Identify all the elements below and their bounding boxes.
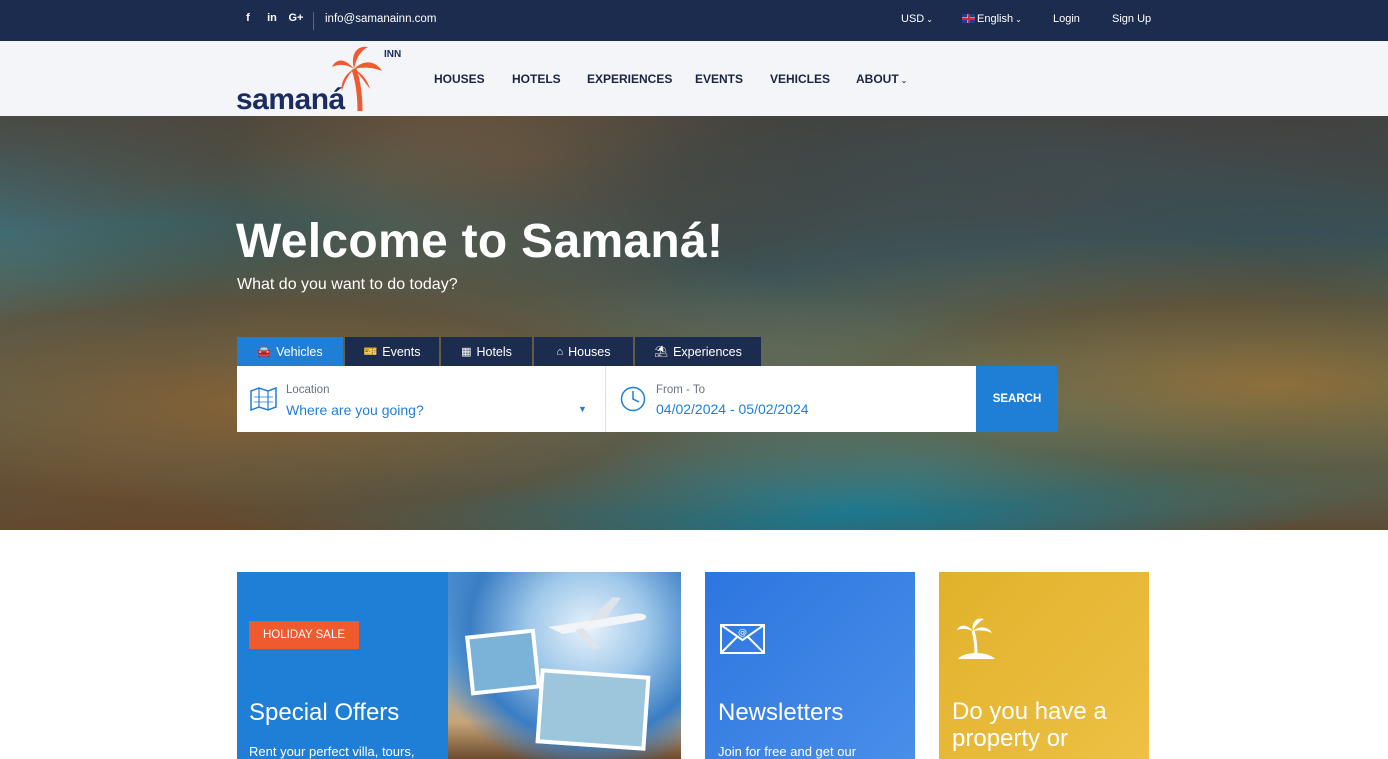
email-envelope-icon: @ bbox=[720, 624, 765, 654]
travel-collage-image bbox=[448, 572, 681, 759]
logo-inn-text: INN bbox=[384, 49, 402, 60]
tab-label: Events bbox=[382, 344, 421, 359]
login-link[interactable]: Login bbox=[1053, 13, 1080, 25]
list-property-card[interactable]: Do you have a property or bbox=[939, 572, 1149, 759]
nav-hotels[interactable]: HOTELS bbox=[512, 72, 561, 86]
location-label: Location bbox=[286, 384, 330, 396]
search-tabs: 🚘 Vehicles 🎫 Events ▦ Hotels ⌂ Houses ⛱ Exper… bbox=[237, 337, 763, 366]
currency-label: USD bbox=[901, 13, 925, 25]
card-text: Join for free and get our bbox=[718, 744, 857, 759]
language-label: English bbox=[977, 13, 1014, 25]
linkedin-icon[interactable]: in bbox=[260, 12, 284, 24]
chevron-down-icon: ⌄ bbox=[1015, 15, 1022, 24]
location-field[interactable]: Location Where are you going? ▼ bbox=[237, 366, 605, 432]
airplane-icon bbox=[548, 597, 647, 649]
card-text: Rent your perfect villa, tours, bbox=[249, 744, 415, 759]
card-title: Do you have a property or bbox=[952, 698, 1107, 752]
nav-about-label: ABOUT bbox=[856, 72, 899, 86]
logo-wordmark: samaná bbox=[236, 83, 345, 116]
signup-link[interactable]: Sign Up bbox=[1112, 13, 1151, 25]
card-title: Newsletters bbox=[718, 699, 844, 726]
building-icon: ▦ bbox=[461, 346, 472, 358]
beach-umbrella-icon: ⛱ bbox=[654, 346, 669, 358]
uk-flag-icon bbox=[962, 14, 975, 23]
tab-vehicles[interactable]: 🚘 Vehicles bbox=[237, 337, 343, 366]
hero-subtitle: What do you want to do today? bbox=[237, 276, 458, 293]
hero-banner bbox=[0, 116, 1388, 530]
newsletter-card[interactable]: @ Newsletters Join for free and get our bbox=[705, 572, 915, 759]
google-plus-icon[interactable]: G+ bbox=[284, 12, 308, 24]
nav-about[interactable]: ABOUT ⌄ bbox=[856, 72, 907, 86]
tab-label: Vehicles bbox=[276, 344, 323, 359]
clock-icon bbox=[620, 386, 646, 412]
tab-houses[interactable]: ⌂ Houses bbox=[534, 337, 633, 366]
car-icon: 🚘 bbox=[257, 346, 272, 358]
search-form: Location Where are you going? ▼ From - T… bbox=[237, 366, 1058, 432]
tab-hotels[interactable]: ▦ Hotels bbox=[441, 337, 532, 366]
tab-label: Experiences bbox=[673, 344, 742, 359]
holiday-sale-badge: HOLIDAY SALE bbox=[249, 621, 359, 649]
nav-experiences[interactable]: EXPERIENCES bbox=[587, 72, 672, 86]
location-input[interactable]: Where are you going? bbox=[286, 402, 424, 418]
house-icon: ⌂ bbox=[556, 345, 564, 358]
tab-label: Houses bbox=[568, 344, 611, 359]
tab-events[interactable]: 🎫 Events bbox=[345, 337, 439, 366]
nav-houses[interactable]: HOUSES bbox=[434, 72, 485, 86]
topbar-divider bbox=[313, 12, 314, 30]
svg-text:@: @ bbox=[738, 628, 747, 638]
nav-events[interactable]: EVENTS bbox=[695, 72, 743, 86]
map-icon bbox=[250, 387, 277, 411]
contact-email[interactable]: info@samanainn.com bbox=[325, 13, 436, 25]
top-bar: f in G+ info@samanainn.com USD ⌄ English ⌄… bbox=[0, 0, 1388, 41]
palm-island-icon bbox=[957, 618, 995, 659]
date-range-field[interactable]: From - To 04/02/2024 - 05/02/2024 bbox=[606, 366, 976, 432]
tab-experiences[interactable]: ⛱ Experiences bbox=[635, 337, 761, 366]
social-links: f in G+ bbox=[236, 12, 308, 24]
site-logo[interactable]: INN samaná bbox=[236, 43, 406, 116]
chevron-down-icon: ⌄ bbox=[926, 15, 933, 24]
photo-frame bbox=[535, 668, 651, 751]
main-header: INN samaná HOUSES HOTELS EXPERIENCES EVE… bbox=[0, 41, 1388, 116]
dropdown-arrow-icon[interactable]: ▼ bbox=[578, 404, 587, 414]
date-label: From - To bbox=[656, 384, 705, 396]
date-input[interactable]: 04/02/2024 - 05/02/2024 bbox=[656, 401, 809, 417]
chevron-down-icon: ⌄ bbox=[900, 76, 908, 85]
card-title: Special Offers bbox=[249, 699, 400, 726]
nav-vehicles[interactable]: VEHICLES bbox=[770, 72, 830, 86]
special-offers-card[interactable]: HOLIDAY SALE Special Offers Rent your pe… bbox=[237, 572, 681, 759]
hero-title: Welcome to Samaná! bbox=[236, 215, 724, 268]
language-select[interactable]: English ⌄ bbox=[962, 13, 1022, 25]
photo-frame bbox=[465, 628, 541, 696]
search-button[interactable]: SEARCH bbox=[976, 366, 1058, 432]
currency-select[interactable]: USD ⌄ bbox=[901, 13, 933, 25]
tab-label: Hotels bbox=[476, 344, 512, 359]
facebook-icon[interactable]: f bbox=[236, 12, 260, 24]
ticket-icon: 🎫 bbox=[363, 346, 378, 358]
